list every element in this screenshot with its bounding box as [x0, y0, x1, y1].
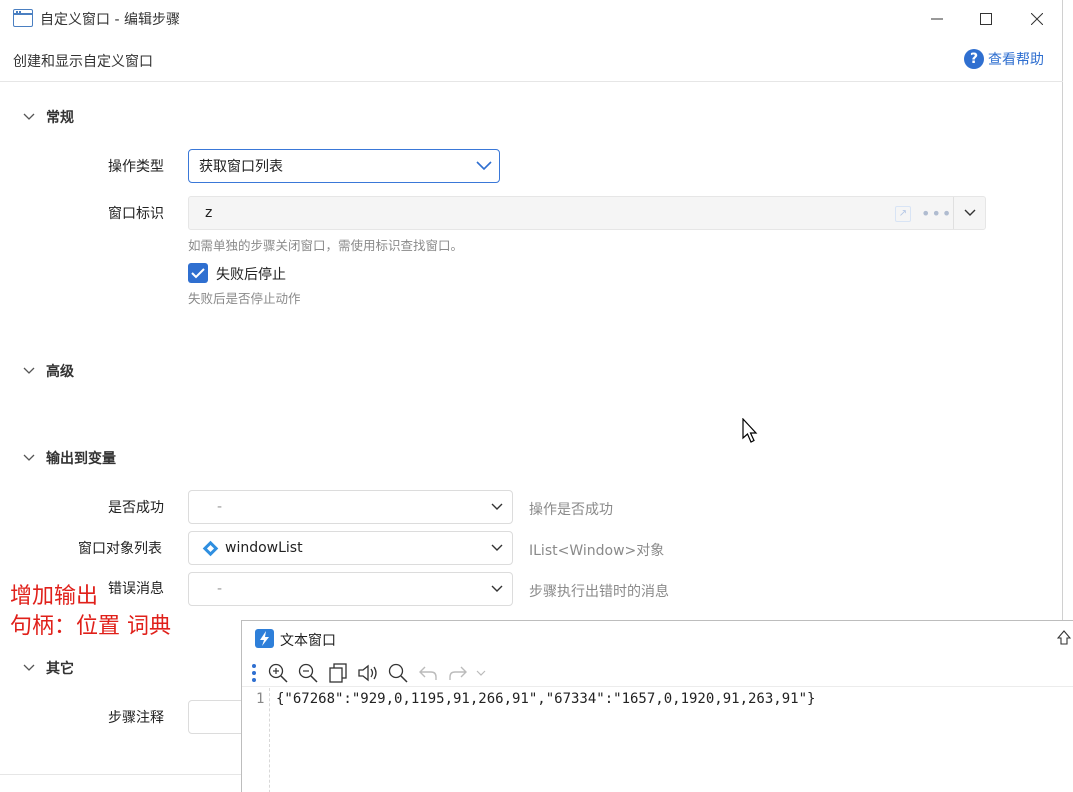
- text-window-title: 文本窗口: [280, 633, 336, 649]
- section-other-title: 其它: [46, 661, 74, 677]
- step-note-label: 步骤注释: [108, 710, 164, 726]
- undo-icon: [419, 666, 437, 680]
- chevron-down-icon: [482, 544, 512, 552]
- pin-icon[interactable]: [1057, 630, 1071, 646]
- error-var-select[interactable]: -: [188, 572, 513, 606]
- chevron-down-icon: [964, 209, 976, 216]
- zoom-out-button[interactable]: [293, 660, 323, 686]
- section-advanced-title: 高级: [46, 364, 74, 380]
- section-general-header[interactable]: 常规: [22, 107, 74, 127]
- window-list-var-value: windowList: [225, 540, 303, 556]
- help-icon: ?: [964, 49, 984, 69]
- expand-icon[interactable]: ↗: [895, 206, 911, 222]
- maximize-button[interactable]: [963, 4, 1009, 34]
- undo-button[interactable]: [413, 660, 443, 686]
- annotation-line-2: 句柄：位置 词典: [10, 614, 171, 639]
- error-hint: 步骤执行出错时的消息: [529, 584, 669, 600]
- editor-content[interactable]: {"67268":"929,0,1195,91,266,91","67334":…: [276, 691, 815, 707]
- window-subheader: 创建和显示自定义窗口 ? 查看帮助: [0, 38, 1063, 82]
- copy-button[interactable]: [323, 660, 353, 686]
- text-window-toolbar: [242, 659, 1073, 687]
- minimize-icon: [931, 18, 943, 20]
- chevron-down-icon: [23, 664, 35, 671]
- variable-icon: [202, 540, 219, 556]
- search-icon: [388, 663, 408, 683]
- zoom-in-icon: [268, 663, 288, 683]
- window-app-icon: [13, 9, 33, 27]
- text-window-titlebar[interactable]: 文本窗口: [242, 621, 1073, 657]
- stop-on-fail-label[interactable]: 失败后停止: [216, 264, 286, 284]
- window-id-label: 窗口标识: [108, 206, 164, 222]
- window-list-var-select[interactable]: windowList: [188, 531, 513, 565]
- maximize-icon: [980, 13, 992, 25]
- toolbar-more-button[interactable]: [473, 660, 489, 686]
- close-icon: [1031, 13, 1043, 25]
- error-label: 错误消息: [108, 581, 164, 597]
- minimize-button[interactable]: [914, 4, 960, 34]
- window-id-input[interactable]: z ↗ •••: [188, 196, 986, 230]
- window-title: 自定义窗口 - 编辑步骤: [40, 12, 180, 28]
- help-link[interactable]: ? 查看帮助: [964, 49, 1044, 69]
- section-general-title: 常规: [46, 110, 74, 126]
- mouse-cursor-icon: [742, 418, 758, 443]
- chevron-down-icon: [469, 161, 499, 171]
- success-var-value: -: [217, 499, 223, 515]
- chevron-down-icon: [476, 670, 486, 676]
- copy-icon: [329, 662, 347, 683]
- window-id-hint: 如需单独的步骤关闭窗口，需使用标识查找窗口。: [188, 238, 464, 253]
- action-type-value: 获取窗口列表: [199, 159, 283, 175]
- success-label: 是否成功: [108, 500, 164, 516]
- chevron-down-icon: [23, 113, 35, 120]
- success-var-select[interactable]: -: [188, 490, 513, 524]
- window-id-dropdown-button[interactable]: [955, 197, 985, 229]
- text-editor[interactable]: 1 {"67268":"929,0,1195,91,266,91","67334…: [242, 688, 1073, 792]
- more-options-icon[interactable]: •••: [921, 204, 952, 223]
- stop-on-fail-hint: 失败后是否停止动作: [188, 291, 301, 306]
- line-number: 1: [256, 691, 265, 707]
- chevron-down-icon: [23, 367, 35, 374]
- speaker-icon: [358, 664, 377, 681]
- text-window: 文本窗口 1 {"67268":"929,0,1195,91,266,91","…: [241, 620, 1073, 792]
- toolbar-handle-icon[interactable]: [252, 663, 256, 682]
- section-other-header[interactable]: 其它: [22, 658, 74, 678]
- help-label: 查看帮助: [988, 52, 1044, 68]
- redo-icon: [449, 666, 467, 680]
- speak-button[interactable]: [353, 660, 383, 686]
- zoom-in-button[interactable]: [263, 660, 293, 686]
- annotation-line-1: 增加输出: [10, 584, 99, 609]
- section-output-header[interactable]: 输出到变量: [22, 448, 116, 468]
- checkmark-icon: [191, 268, 205, 279]
- field-divider: [953, 197, 954, 229]
- search-button[interactable]: [383, 660, 413, 686]
- window-id-value: z: [205, 205, 213, 221]
- close-button[interactable]: [1014, 4, 1060, 34]
- lightning-icon: [255, 629, 274, 648]
- redo-button[interactable]: [443, 660, 473, 686]
- step-note-input[interactable]: [188, 700, 248, 734]
- success-hint: 操作是否成功: [529, 502, 613, 518]
- zoom-out-icon: [298, 663, 318, 683]
- section-output-title: 输出到变量: [46, 451, 116, 467]
- footer-divider: [0, 774, 241, 775]
- chevron-down-icon: [23, 454, 35, 461]
- window-description: 创建和显示自定义窗口: [13, 54, 153, 70]
- title-bar[interactable]: 自定义窗口 - 编辑步骤: [0, 0, 1063, 38]
- error-var-value: -: [217, 581, 223, 597]
- window-list-label: 窗口对象列表: [78, 541, 162, 557]
- line-number-gutter: 1: [242, 688, 270, 792]
- chevron-down-icon: [482, 503, 512, 511]
- action-type-label: 操作类型: [108, 159, 164, 175]
- stop-on-fail-checkbox[interactable]: [188, 263, 208, 283]
- action-type-select[interactable]: 获取窗口列表: [188, 149, 500, 183]
- window-list-hint: IList<Window>对象: [529, 543, 665, 559]
- chevron-down-icon: [482, 585, 512, 593]
- section-advanced-header[interactable]: 高级: [22, 361, 74, 381]
